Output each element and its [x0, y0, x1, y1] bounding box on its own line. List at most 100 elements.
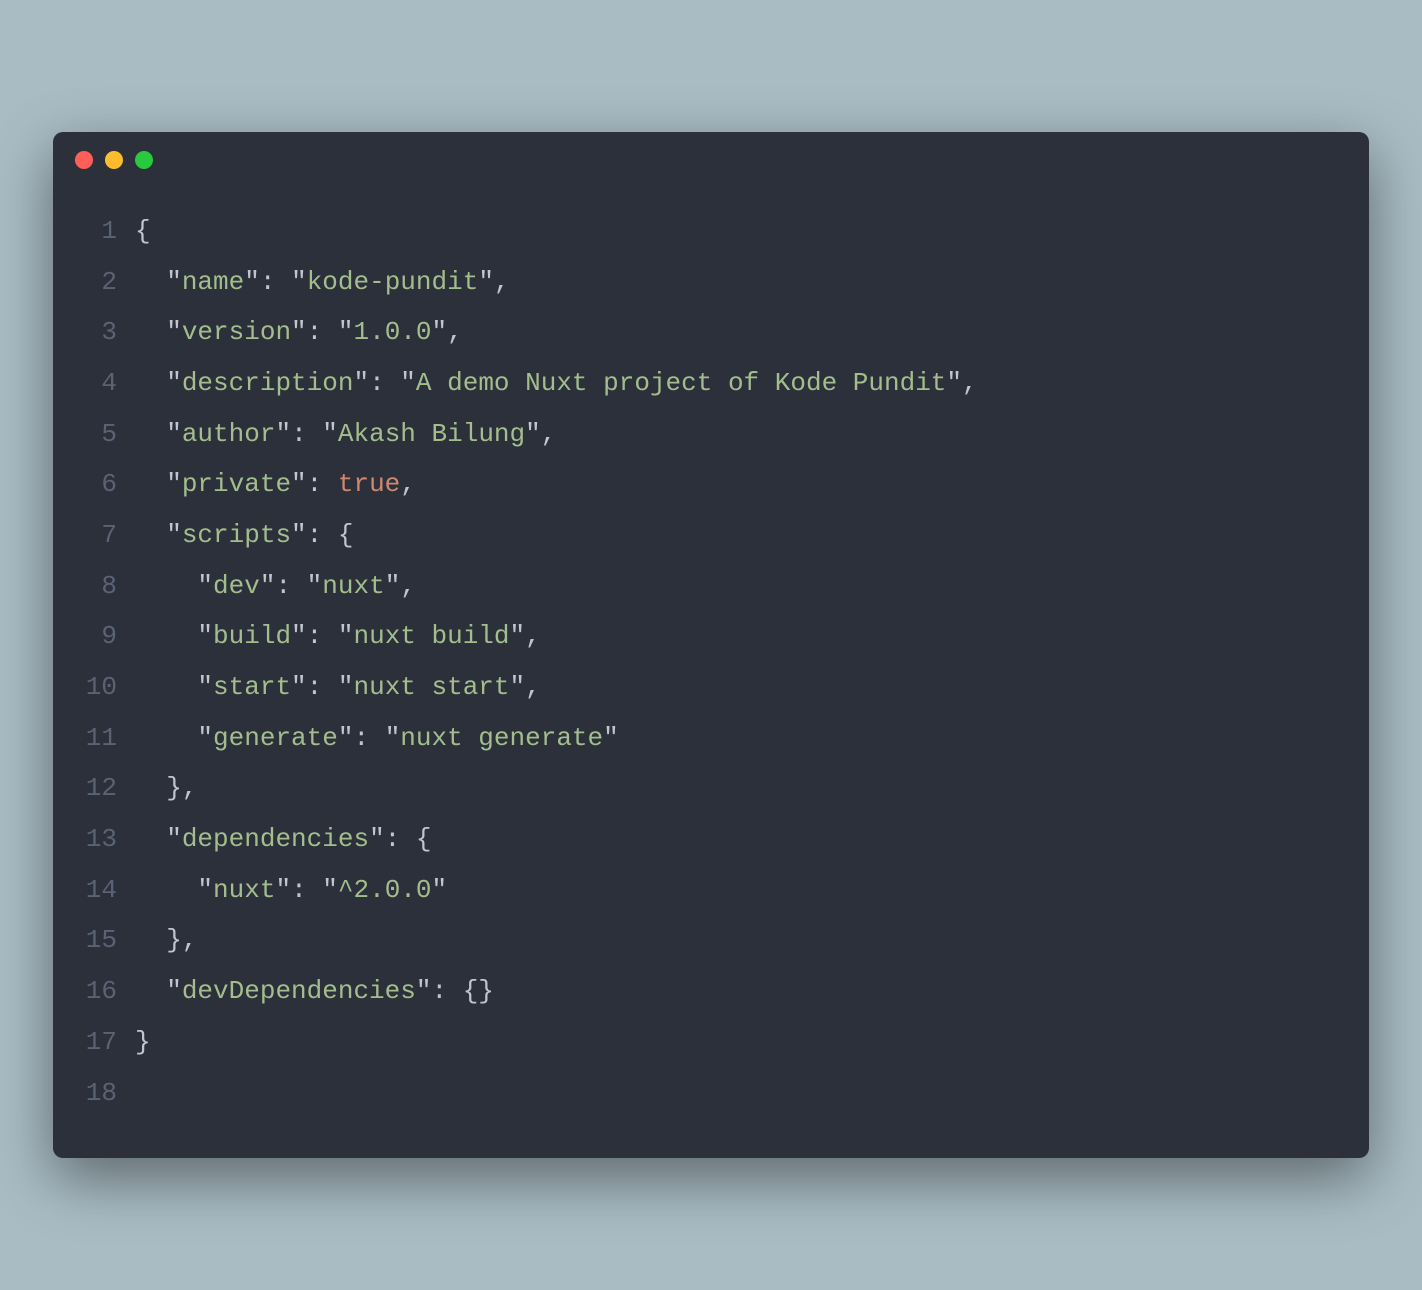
indent: [135, 510, 166, 561]
maximize-icon[interactable]: [135, 151, 153, 169]
quote: ": [275, 409, 291, 460]
json-string: kode-pundit: [307, 257, 479, 308]
json-string: nuxt start: [353, 662, 509, 713]
line-number: 9: [63, 611, 135, 662]
line-number: 12: [63, 763, 135, 814]
colon: :: [307, 510, 338, 561]
code-line: 1 {: [63, 206, 1339, 257]
indent: [135, 257, 166, 308]
colon: :: [275, 561, 306, 612]
code-line: 4 "description": "A demo Nuxt project of…: [63, 358, 1339, 409]
indent: [135, 561, 197, 612]
code-block[interactable]: 1 { 2 "name": "kode-pundit", 3 "version"…: [53, 188, 1369, 1128]
quote: ": [260, 561, 276, 612]
quote: ": [338, 307, 354, 358]
colon: :: [307, 611, 338, 662]
indent: [135, 713, 197, 764]
indent: [135, 307, 166, 358]
quote: ": [416, 966, 432, 1017]
comma: ,: [447, 307, 463, 358]
json-string: nuxt build: [353, 611, 509, 662]
json-key: author: [182, 409, 276, 460]
brace: },: [166, 915, 197, 966]
json-key: nuxt: [213, 865, 275, 916]
line-number: 3: [63, 307, 135, 358]
quote: ": [166, 459, 182, 510]
editor-window: 1 { 2 "name": "kode-pundit", 3 "version"…: [53, 132, 1369, 1158]
quote: ": [307, 561, 323, 612]
colon: :: [291, 865, 322, 916]
json-key: build: [213, 611, 291, 662]
json-string: 1.0.0: [353, 307, 431, 358]
quote: ": [946, 358, 962, 409]
quote: ": [338, 611, 354, 662]
quote: ": [166, 409, 182, 460]
quote: ": [291, 662, 307, 713]
quote: ": [166, 257, 182, 308]
quote: ": [197, 611, 213, 662]
quote: ": [166, 966, 182, 1017]
quote: ": [197, 865, 213, 916]
quote: ": [322, 409, 338, 460]
quote: ": [291, 257, 307, 308]
line-number: 15: [63, 915, 135, 966]
comma: ,: [400, 561, 416, 612]
line-number: 13: [63, 814, 135, 865]
code-line: 15 },: [63, 915, 1339, 966]
json-key: name: [182, 257, 244, 308]
line-number: 17: [63, 1017, 135, 1068]
quote: ": [338, 713, 354, 764]
quote: ": [400, 358, 416, 409]
colon: :: [307, 459, 338, 510]
quote: ": [244, 257, 260, 308]
json-key: version: [182, 307, 291, 358]
code-line: 13 "dependencies": {: [63, 814, 1339, 865]
line-number: 16: [63, 966, 135, 1017]
json-key: start: [213, 662, 291, 713]
code-line: 14 "nuxt": "^2.0.0": [63, 865, 1339, 916]
json-key: generate: [213, 713, 338, 764]
quote: ": [385, 561, 401, 612]
comma: ,: [400, 459, 416, 510]
comma: ,: [962, 358, 978, 409]
quote: ": [510, 611, 526, 662]
quote: ": [603, 713, 619, 764]
colon: :: [260, 257, 291, 308]
json-string: Akash Bilung: [338, 409, 525, 460]
indent: [135, 409, 166, 460]
json-string: nuxt: [322, 561, 384, 612]
brace: {: [135, 206, 151, 257]
brace: {: [416, 814, 432, 865]
quote: ": [478, 257, 494, 308]
line-number: 8: [63, 561, 135, 612]
quote: ": [385, 713, 401, 764]
line-number: 7: [63, 510, 135, 561]
code-line: 2 "name": "kode-pundit",: [63, 257, 1339, 308]
comma: ,: [494, 257, 510, 308]
quote: ": [338, 662, 354, 713]
quote: ": [275, 865, 291, 916]
indent: [135, 814, 166, 865]
json-key: dev: [213, 561, 260, 612]
json-key: dependencies: [182, 814, 369, 865]
code-line: 9 "build": "nuxt build",: [63, 611, 1339, 662]
line-number: 1: [63, 206, 135, 257]
line-number: 4: [63, 358, 135, 409]
colon: :: [369, 358, 400, 409]
code-line: 5 "author": "Akash Bilung",: [63, 409, 1339, 460]
colon: :: [307, 307, 338, 358]
json-key: scripts: [182, 510, 291, 561]
comma: ,: [541, 409, 557, 460]
indent: [135, 966, 166, 1017]
window-titlebar: [53, 132, 1369, 188]
quote: ": [166, 307, 182, 358]
json-key: private: [182, 459, 291, 510]
quote: ": [525, 409, 541, 460]
code-line: 17 }: [63, 1017, 1339, 1068]
quote: ": [291, 510, 307, 561]
close-icon[interactable]: [75, 151, 93, 169]
line-number: 6: [63, 459, 135, 510]
quote: ": [166, 814, 182, 865]
minimize-icon[interactable]: [105, 151, 123, 169]
code-line: 12 },: [63, 763, 1339, 814]
